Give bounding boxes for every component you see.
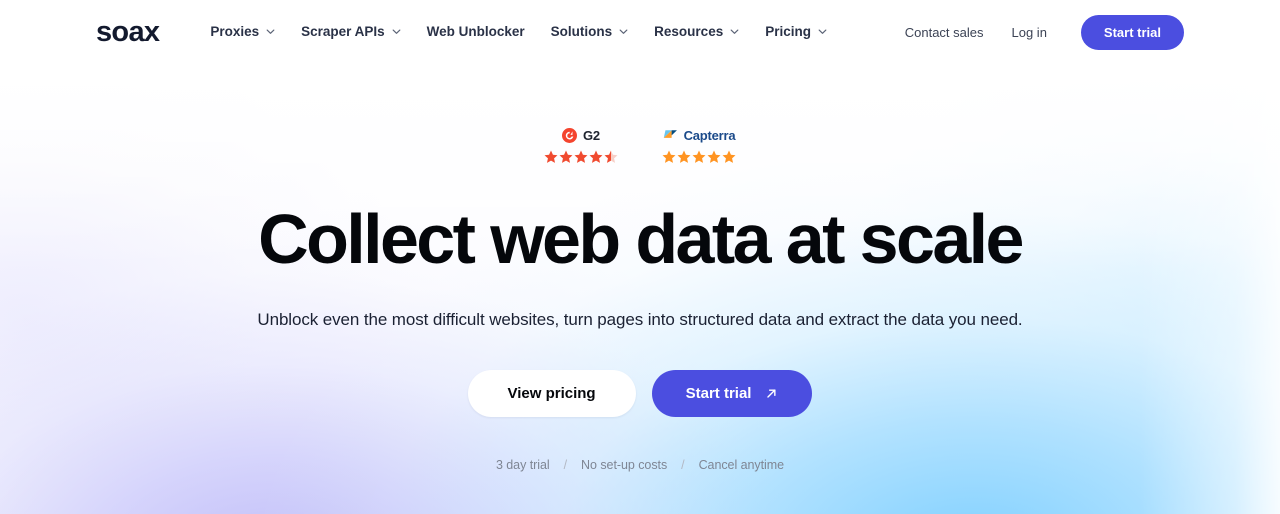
page-root: soax Proxies Scraper APIs Web Unblocker …: [0, 0, 1280, 514]
review-badges: G2 Capterra: [544, 126, 736, 164]
site-header: soax Proxies Scraper APIs Web Unblocker …: [0, 0, 1280, 64]
contact-sales-link[interactable]: Contact sales: [891, 18, 998, 47]
chevron-down-icon: [730, 27, 739, 36]
capterra-logo-icon: [663, 128, 678, 142]
nav-item-resources[interactable]: Resources: [641, 17, 752, 47]
capterra-star-rating: [662, 150, 736, 164]
review-badge-g2[interactable]: G2: [544, 126, 618, 164]
view-pricing-button[interactable]: View pricing: [467, 369, 636, 417]
trial-note-item: Cancel anytime: [698, 457, 785, 472]
arrow-up-right-icon: [765, 387, 778, 400]
nav-item-label: Web Unblocker: [426, 24, 525, 40]
nav-item-proxies[interactable]: Proxies: [197, 17, 288, 47]
chevron-down-icon: [266, 27, 275, 36]
nav-item-web-unblocker[interactable]: Web Unblocker: [414, 17, 538, 47]
nav-item-label: Resources: [654, 24, 724, 40]
nav-item-label: Scraper APIs: [301, 24, 385, 40]
header-start-trial-button[interactable]: Start trial: [1080, 14, 1184, 50]
hero-section: G2 Capterra Collect web data at scale Un…: [0, 64, 1280, 471]
chevron-down-icon: [619, 27, 628, 36]
logo-soax[interactable]: soax: [96, 17, 160, 47]
trial-note-separator: /: [681, 457, 685, 472]
g2-badge-head: G2: [562, 126, 600, 144]
review-badge-capterra[interactable]: Capterra: [662, 126, 736, 164]
g2-logo-icon: [562, 127, 578, 143]
nav-item-label: Pricing: [765, 24, 811, 40]
main-navigation: Proxies Scraper APIs Web Unblocker Solut…: [197, 17, 840, 47]
trial-note-separator: /: [563, 457, 568, 472]
g2-label: G2: [583, 127, 600, 143]
g2-star-rating: [544, 150, 618, 164]
header-actions: Contact sales Log in Start trial: [891, 14, 1184, 50]
hero-cta-group: View pricing Start trial: [467, 369, 813, 417]
chevron-down-icon: [392, 27, 401, 36]
trial-notes: 3 day trial / No set-up costs / Cancel a…: [492, 459, 788, 472]
chevron-down-icon: [818, 27, 827, 36]
capterra-label: Capterra: [683, 127, 736, 143]
nav-item-solutions[interactable]: Solutions: [538, 17, 642, 47]
trial-note-item: No set-up costs: [581, 457, 668, 472]
nav-item-label: Solutions: [550, 24, 613, 40]
login-link[interactable]: Log in: [998, 18, 1061, 47]
hero-subheadline: Unblock even the most difficult websites…: [257, 310, 1023, 329]
nav-item-pricing[interactable]: Pricing: [752, 17, 840, 47]
nav-item-scraper-apis[interactable]: Scraper APIs: [288, 17, 414, 47]
start-trial-button[interactable]: Start trial: [651, 369, 813, 417]
nav-item-label: Proxies: [210, 24, 260, 40]
page-title: Collect web data at scale: [258, 200, 1024, 278]
trial-note-item: 3 day trial: [495, 457, 550, 472]
start-trial-label: Start trial: [685, 384, 752, 402]
capterra-badge-head: Capterra: [663, 126, 736, 144]
